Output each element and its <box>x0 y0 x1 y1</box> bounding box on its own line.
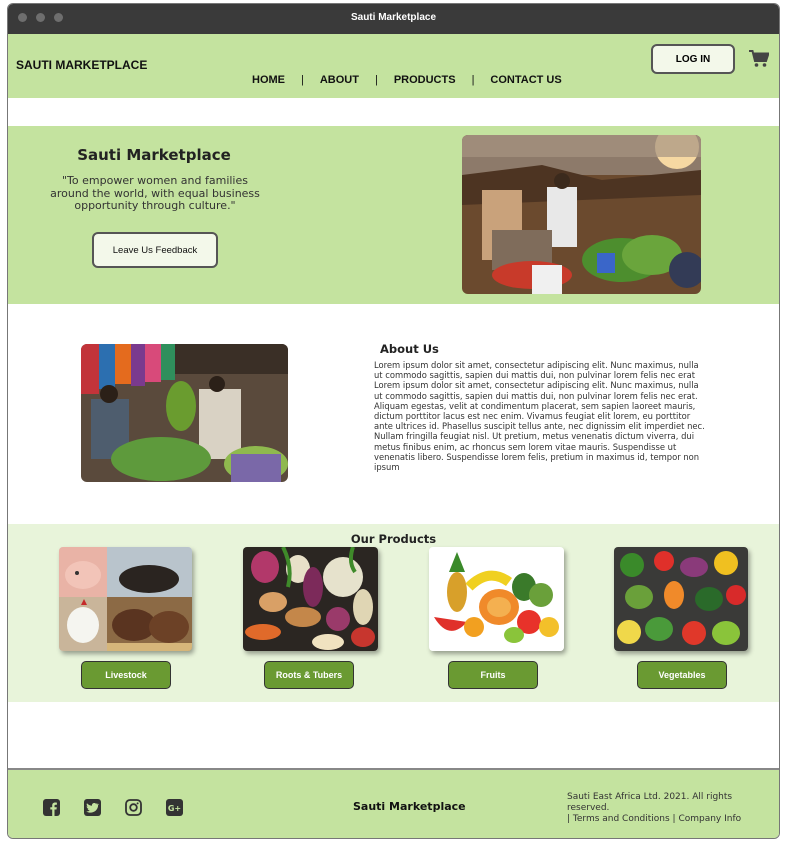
site-header: SAUTI MARKETPLACE HOME | ABOUT | PRODUCT… <box>8 34 779 98</box>
cart-icon[interactable] <box>749 50 769 68</box>
google-plus-icon[interactable]: G+ <box>166 799 183 816</box>
facebook-icon[interactable] <box>43 799 60 816</box>
feedback-button[interactable]: Leave Us Feedback <box>92 232 218 268</box>
vegetables-button[interactable]: Vegetables <box>637 661 727 689</box>
nav-home[interactable]: HOME <box>252 74 285 86</box>
fruits-image[interactable] <box>429 547 564 651</box>
roots-tubers-image[interactable] <box>243 547 378 651</box>
livestock-image[interactable] <box>59 547 192 651</box>
nav-separator: | <box>301 74 304 86</box>
about-title: About Us <box>380 342 439 356</box>
brand-name: SAUTI MARKETPLACE <box>16 58 148 72</box>
site-footer: G+ Sauti Marketplace Sauti East Africa L… <box>8 768 779 838</box>
login-button[interactable]: LOG IN <box>651 44 735 74</box>
livestock-button[interactable]: Livestock <box>81 661 171 689</box>
nav-separator: | <box>374 74 378 86</box>
vegetables-image[interactable] <box>614 547 748 651</box>
nav-contact[interactable]: CONTACT US <box>490 74 561 86</box>
roots-tubers-button[interactable]: Roots & Tubers <box>264 661 354 689</box>
nav-separator: | <box>471 74 475 86</box>
browser-window: Sauti Marketplace SAUTI MARKETPLACE HOME… <box>7 3 780 839</box>
market-hero-image <box>462 135 701 294</box>
hero-title: Sauti Marketplace <box>77 146 231 164</box>
nav-about[interactable]: ABOUT <box>320 74 359 86</box>
window-title: Sauti Marketplace <box>350 12 437 23</box>
footer-links[interactable]: | Terms and Conditions | Company Info <box>567 814 777 825</box>
about-body: Lorem ipsum dolor sit amet, consectetur … <box>374 360 705 473</box>
fruits-button[interactable]: Fruits <box>448 661 538 689</box>
nav-products[interactable]: PRODUCTS <box>394 74 456 86</box>
about-market-image <box>81 344 288 482</box>
footer-legal: Sauti East Africa Ltd. 2021. All rights … <box>567 792 777 825</box>
footer-brand: Sauti Marketplace <box>353 800 466 813</box>
main-nav: HOME | ABOUT | PRODUCTS | CONTACT US <box>252 74 562 86</box>
products-title: Our Products <box>350 532 437 546</box>
svg-text:G+: G+ <box>168 804 181 813</box>
products-section: Our Products Livestock Roots & Tubers Fr… <box>8 524 779 702</box>
instagram-icon[interactable] <box>125 799 142 816</box>
hero-section: Sauti Marketplace "To empower women and … <box>8 126 779 304</box>
title-bar: Sauti Marketplace <box>8 4 779 34</box>
copyright-text: Sauti East Africa Ltd. 2021. All rights … <box>567 792 733 813</box>
twitter-icon[interactable] <box>84 799 101 816</box>
hero-mission-quote: "To empower women and families around th… <box>50 174 260 212</box>
